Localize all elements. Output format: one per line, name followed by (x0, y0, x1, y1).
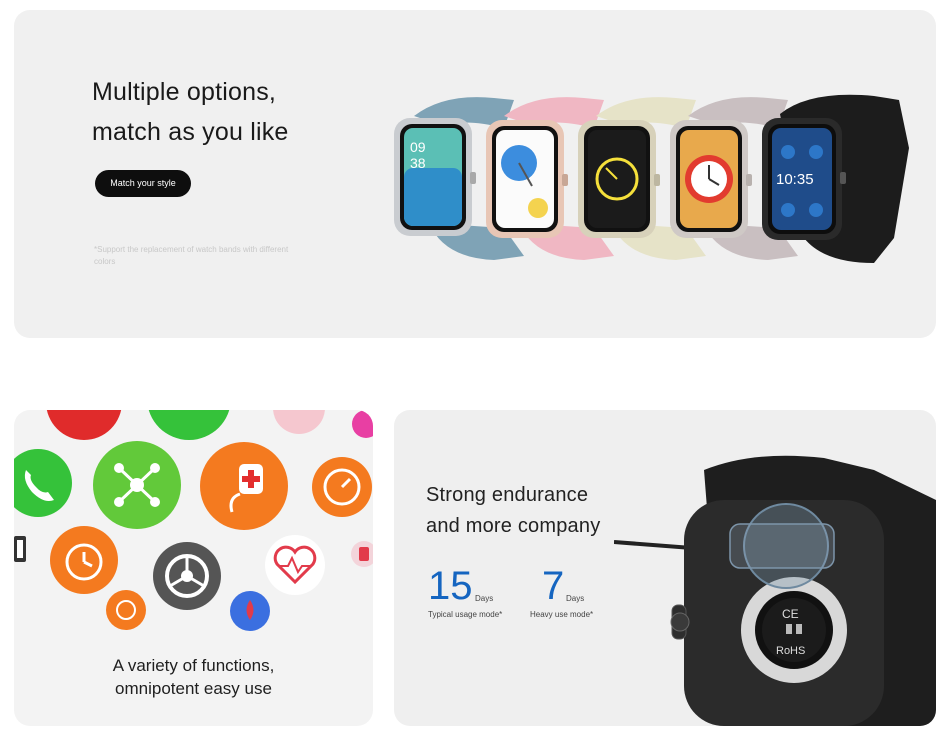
heart-icon (46, 410, 122, 440)
function-icons-cluster (14, 410, 373, 631)
functions-panel: A variety of functions, omnipotent easy … (14, 410, 373, 726)
battery-icon (14, 536, 26, 562)
ce-mark: CE (782, 607, 799, 621)
headline-line-2: match as you like (92, 118, 289, 146)
multiple-options-banner: Multiple options, match as you like Matc… (14, 10, 936, 338)
phone-icon (14, 449, 72, 517)
match-your-style-button[interactable]: Match your style (95, 170, 191, 197)
rohs-mark: RoHS (776, 645, 805, 657)
timer-icon (312, 457, 372, 517)
heart-rate-icon (265, 535, 325, 595)
banner-headline: Multiple options, match as you like (92, 72, 289, 152)
functions-caption-line-2: omnipotent easy use (115, 679, 272, 698)
magenta-icon (352, 410, 373, 438)
pink-icon (273, 410, 325, 434)
endurance-line-1: Strong endurance (426, 484, 589, 506)
settings-icon (153, 542, 221, 610)
svg-text:09: 09 (410, 139, 426, 155)
blood-oxygen-icon (230, 591, 270, 631)
bp-icon (351, 541, 373, 567)
watch-black: 10:35 (762, 94, 909, 263)
typical-days-value: 15 (428, 564, 473, 608)
network-icon (93, 441, 181, 529)
band-footnote: *Support the replacement of watch bands … (94, 245, 289, 266)
svg-text:38: 38 (410, 155, 426, 171)
endurance-panel: Strong endurance and more company 15 Day… (394, 410, 936, 726)
alarm-icon (50, 526, 118, 594)
typical-days-unit: Days (475, 594, 494, 603)
health-icon (200, 442, 288, 530)
svg-text:10:35: 10:35 (776, 171, 814, 188)
timer-top-icon (148, 410, 230, 440)
cardio-icon (106, 590, 146, 630)
watch-back-charger-image: CE RoHS (614, 455, 936, 726)
headline-line-1: Multiple options, (92, 78, 277, 106)
watch-lineup-image: 09 38 10:35 (394, 94, 909, 263)
heavy-usage-label: Heavy use mode* (530, 610, 594, 619)
functions-caption-line-1: A variety of functions, (112, 656, 275, 675)
heavy-days-unit: Days (566, 594, 585, 603)
typical-usage-label: Typical usage mode* (428, 610, 503, 619)
endurance-line-2: and more company (426, 515, 601, 537)
endurance-headline: Strong endurance and more company (426, 480, 600, 542)
heavy-days-value: 7 (542, 564, 565, 608)
